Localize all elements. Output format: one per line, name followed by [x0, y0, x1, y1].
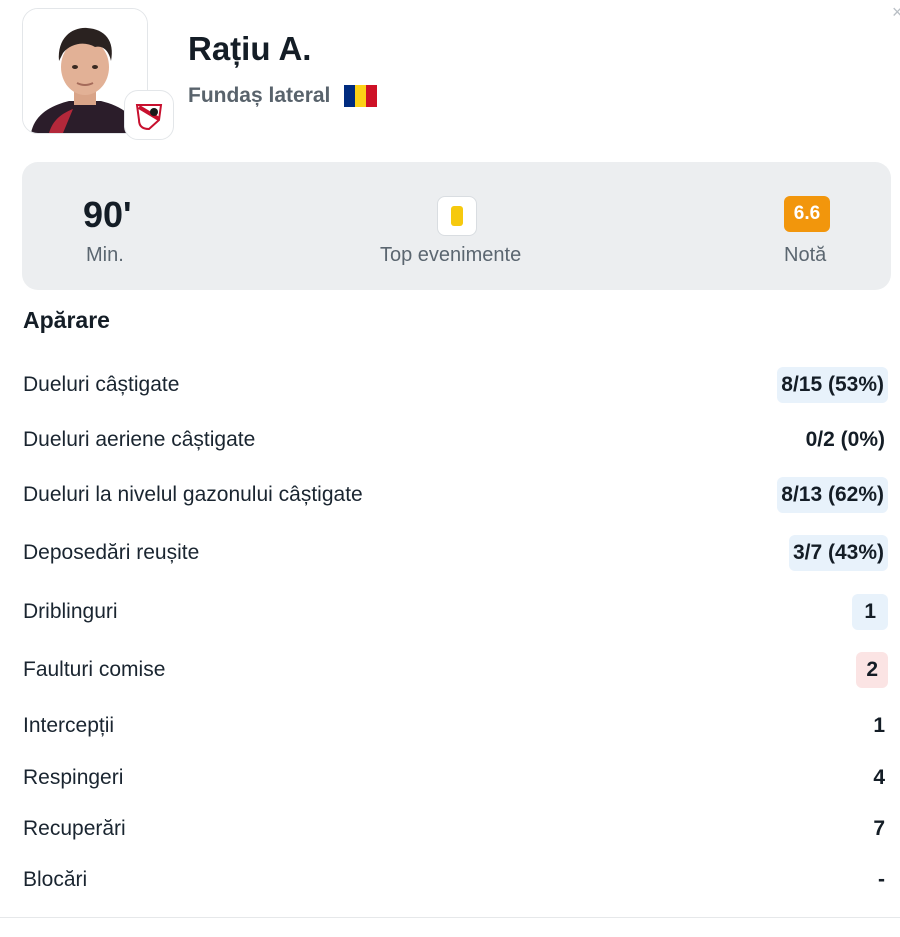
stat-value: 7: [873, 817, 885, 840]
stat-label: Faulturi comise: [23, 658, 166, 681]
divider: [0, 917, 900, 918]
stat-row: Dueluri aeriene câștigate 0/2 (0%): [23, 420, 888, 460]
stat-value: 8/15 (53%): [777, 367, 888, 403]
match-summary-card: 90' Min. Top evenimente 6.6 Notă: [22, 162, 891, 290]
stat-value: 1: [852, 594, 888, 630]
minutes-played-value: 90': [83, 194, 132, 235]
player-name: Rațiu A.: [188, 30, 312, 67]
stat-row: Deposedări reușite 3/7 (43%): [23, 533, 888, 573]
stat-label: Deposedări reușite: [23, 541, 200, 564]
stat-value: -: [878, 868, 885, 891]
stat-row: Dueluri la nivelul gazonului câștigate 8/…: [23, 475, 888, 515]
stat-label: Intercepții: [23, 714, 115, 737]
stat-label: Blocări: [23, 868, 88, 891]
stat-label: Dueluri câștigate: [23, 373, 180, 396]
club-crest-icon: [124, 90, 174, 140]
stat-value: 3/7 (43%): [788, 535, 888, 571]
stat-row: Respingeri 4: [23, 758, 888, 798]
stat-row: Recuperări 7: [23, 809, 888, 849]
stat-label: Dueluri la nivelul gazonului câștigate: [23, 483, 363, 506]
stat-value: 4: [873, 766, 885, 789]
stat-label: Dueluri aeriene câștigate: [23, 428, 256, 451]
rating-label: Notă: [784, 244, 827, 266]
close-icon[interactable]: ×: [892, 2, 900, 23]
stat-value: 2: [856, 652, 888, 688]
stat-label: Recuperări: [23, 817, 126, 840]
rating-badge: 6.6: [784, 196, 830, 232]
stat-row: Driblinguri 1: [23, 592, 888, 632]
stat-value: 8/13 (62%): [777, 477, 888, 513]
romania-flag-icon: [344, 85, 378, 107]
top-events-label: Top evenimente: [380, 244, 522, 266]
stat-row: Dueluri câștigate 8/15 (53%): [23, 365, 888, 405]
minutes-played-label: Min.: [86, 244, 124, 266]
stat-value: 1: [873, 714, 885, 737]
stat-value: 0/2 (0%): [805, 428, 885, 451]
stat-label: Driblinguri: [23, 600, 118, 623]
player-position: Fundaș lateral: [188, 84, 331, 107]
stat-row: Intercepții 1: [23, 706, 888, 746]
stat-row: Blocări -: [23, 860, 888, 900]
yellow-card-icon[interactable]: [437, 196, 477, 236]
section-title-defense: Apărare: [23, 307, 110, 333]
stat-label: Respingeri: [23, 766, 124, 789]
stat-row: Faulturi comise 2: [23, 650, 888, 690]
